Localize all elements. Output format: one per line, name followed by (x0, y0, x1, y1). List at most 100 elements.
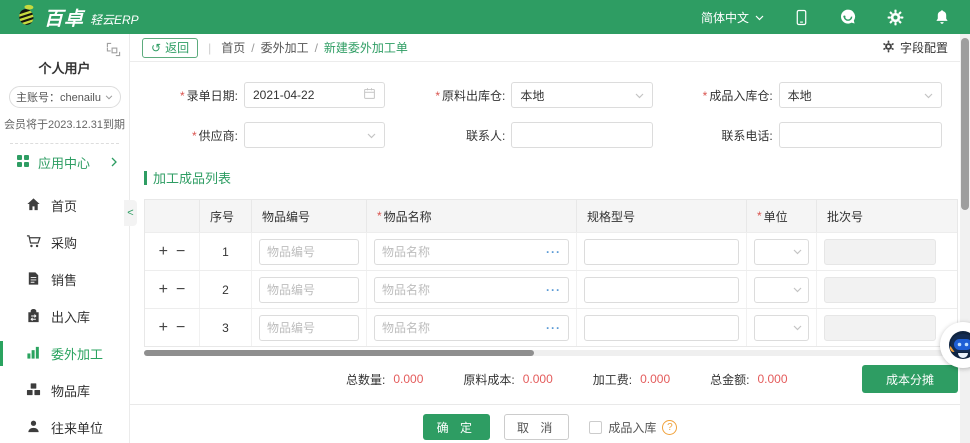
item-picker-ellipsis-icon[interactable]: ··· (546, 321, 561, 335)
vertical-scrollbar-thumb[interactable] (961, 38, 969, 210)
notifications-bell-icon[interactable] (934, 9, 950, 26)
item-code-cell (252, 233, 367, 270)
breadcrumb-item-outsourced[interactable]: 委外加工 (261, 39, 309, 56)
sidebar-item-inventory-in-out[interactable]: 出入库 (0, 298, 129, 335)
nav-label: 首页 (51, 196, 77, 215)
batch-input-disabled (824, 315, 936, 341)
item-picker-ellipsis-icon[interactable]: ··· (546, 283, 561, 297)
entry-date-field: *录单日期: 2021-04-22 (144, 82, 411, 108)
unit-cell (747, 233, 817, 270)
horizontal-scrollbar-thumb[interactable] (144, 350, 534, 356)
phone-input-wrap (779, 122, 942, 148)
spec-input[interactable] (584, 315, 739, 341)
app-logo: 百卓 轻云ERP (14, 4, 139, 31)
chevron-down-icon (793, 249, 802, 255)
settings-gear-icon[interactable] (887, 9, 904, 26)
sidebar-item-sales[interactable]: 销售 (0, 261, 129, 298)
language-selector[interactable]: 简体中文 (701, 9, 764, 26)
breadcrumb-item-home[interactable]: 首页 (221, 39, 245, 56)
remove-row-button[interactable]: − (176, 320, 185, 336)
remove-row-button[interactable]: − (176, 244, 185, 260)
item-code-cell (252, 309, 367, 346)
add-row-button[interactable]: + (159, 320, 168, 336)
sidebar-item-business-partners[interactable]: 往来单位 (0, 409, 129, 443)
back-button[interactable]: ↺ 返回 (142, 38, 198, 58)
item-name-input[interactable] (374, 315, 569, 341)
table-row: + − 3 ··· (145, 308, 957, 346)
header-batch: 批次号 (817, 200, 957, 232)
item-name-input[interactable] (374, 239, 569, 265)
account-selector[interactable]: 主账号：chenailu (9, 86, 121, 108)
breadcrumb-separator: / (315, 41, 318, 55)
customer-service-icon[interactable] (839, 8, 857, 26)
chevron-down-icon (635, 88, 644, 102)
sidebar-item-outsourced-processing[interactable]: 委外加工 (0, 335, 129, 372)
spec-input[interactable] (584, 277, 739, 303)
header-action (145, 200, 200, 232)
row-actions: + − (145, 309, 200, 346)
cancel-button[interactable]: 取 消 (504, 414, 569, 440)
help-icon[interactable]: ? (662, 420, 677, 435)
nav-label: 出入库 (51, 307, 90, 326)
field-config-label: 字段配置 (900, 39, 948, 56)
unit-select[interactable] (754, 239, 809, 265)
contact-input-wrap (511, 122, 652, 148)
chevron-down-icon (755, 10, 764, 24)
app-center-label: 应用中心 (38, 153, 90, 172)
remove-row-button[interactable]: − (176, 282, 185, 298)
product-inbound-checkbox[interactable] (589, 421, 602, 434)
processing-fee: 加工费: 0.000 (593, 371, 670, 388)
entry-date-value: 2021-04-22 (253, 88, 363, 102)
row-seq: 1 (200, 233, 252, 270)
chevron-down-icon (793, 325, 802, 331)
spec-input[interactable] (584, 239, 739, 265)
cost-allocation-button[interactable]: 成本分摊 (862, 365, 958, 393)
breadcrumb-separator: / (251, 41, 254, 55)
panel-collapse-icon[interactable] (106, 42, 121, 60)
order-header-form: *录单日期: 2021-04-22 *原料出库仓: (130, 82, 970, 148)
field-config-button[interactable]: 字段配置 (882, 39, 958, 56)
form-content: *录单日期: 2021-04-22 *原料出库仓: (130, 62, 970, 440)
spec-cell (577, 271, 747, 308)
mobile-app-icon[interactable] (794, 9, 809, 26)
item-code-input[interactable] (259, 315, 359, 341)
material-warehouse-select[interactable]: 本地 (511, 82, 652, 108)
back-label: 返回 (165, 39, 189, 56)
add-row-button[interactable]: + (159, 244, 168, 260)
sidebar-collapse-handle[interactable]: < (124, 200, 137, 226)
sidebar-item-app-center[interactable]: 应用中心 (0, 144, 129, 179)
header-spec: 规格型号 (577, 200, 747, 232)
user-type-label: 个人用户 (0, 58, 129, 77)
section-title-bar (144, 171, 147, 185)
item-code-input[interactable] (259, 277, 359, 303)
item-name-input[interactable] (374, 277, 569, 303)
nav-label: 销售 (51, 270, 77, 289)
item-picker-ellipsis-icon[interactable]: ··· (546, 245, 561, 259)
total-amount: 总金额: 0.000 (710, 371, 787, 388)
gear-icon (882, 40, 895, 56)
person-icon (26, 419, 41, 437)
supplier-select[interactable] (244, 122, 385, 148)
topbar: 百卓 轻云ERP 简体中文 (0, 0, 970, 34)
nav-label: 往来单位 (51, 418, 103, 437)
confirm-button[interactable]: 确 定 (423, 414, 490, 440)
sidebar-item-items-library[interactable]: 物品库 (0, 372, 129, 409)
item-code-input[interactable] (259, 239, 359, 265)
nav-label: 委外加工 (51, 344, 103, 363)
product-warehouse-select[interactable]: 本地 (779, 82, 942, 108)
contact-input[interactable] (520, 128, 643, 142)
entry-date-input[interactable]: 2021-04-22 (244, 82, 385, 108)
sidebar-item-home[interactable]: 首页 (0, 187, 129, 224)
product-inbound-label: 成品入库 (608, 419, 656, 436)
totals-bar: 总数量: 0.000 原料成本: 0.000 加工费: 0.000 总金额: 0… (144, 365, 958, 393)
unit-select[interactable] (754, 277, 809, 303)
sidebar-item-purchase[interactable]: 采购 (0, 224, 129, 261)
item-code-cell (252, 271, 367, 308)
unit-select[interactable] (754, 315, 809, 341)
chevron-left-icon: < (127, 207, 133, 219)
header-item-code: 物品编号 (252, 200, 367, 232)
spec-cell (577, 309, 747, 346)
phone-input[interactable] (788, 128, 933, 142)
add-row-button[interactable]: + (159, 282, 168, 298)
chevron-down-icon (924, 88, 933, 102)
